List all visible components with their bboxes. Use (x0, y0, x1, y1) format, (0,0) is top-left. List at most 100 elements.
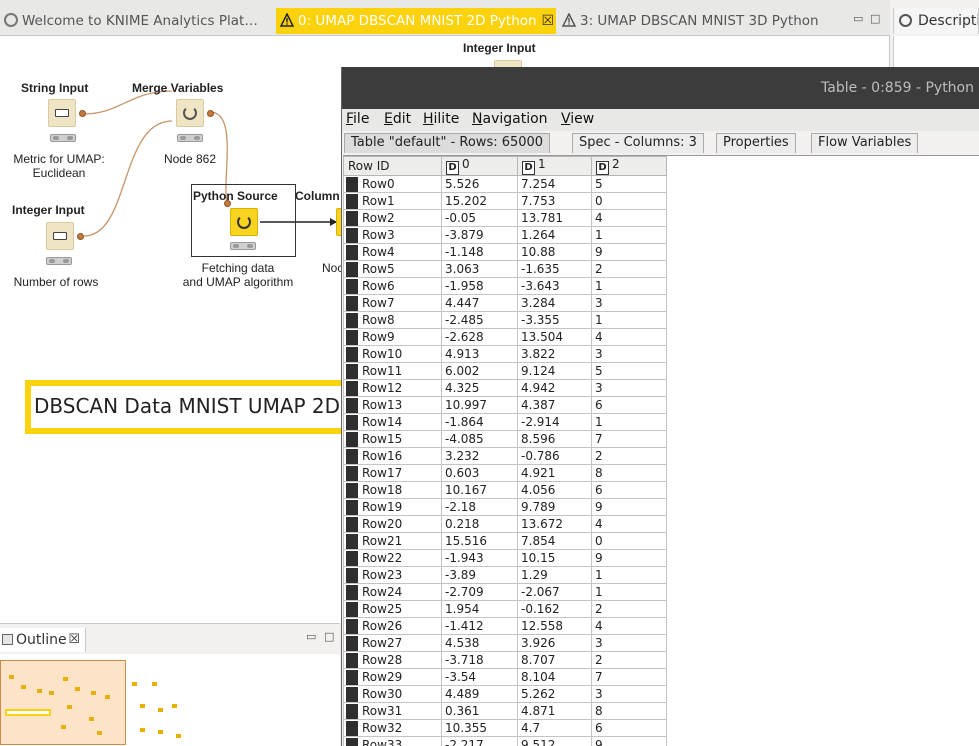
table-cell[interactable]: -2.628 (441, 328, 518, 346)
tab-welcome[interactable]: Welcome to KNIME Analytics Plat… (0, 8, 272, 34)
table-cell[interactable]: -1.635 (517, 260, 592, 278)
table-cell[interactable]: 5.262 (517, 685, 592, 703)
output-port[interactable] (77, 233, 84, 240)
table-cell[interactable]: 3.926 (517, 634, 592, 652)
row-id-cell[interactable]: Row7 (343, 294, 442, 312)
table-row[interactable]: Row30 4.489 5.262 3 (343, 685, 667, 703)
column-header-rowid[interactable]: Row ID (343, 156, 442, 176)
table-row[interactable]: Row25 1.954 -0.162 2 (343, 600, 667, 618)
input-port[interactable] (224, 200, 231, 207)
table-cell[interactable]: -1.412 (441, 617, 518, 635)
table-row[interactable]: Row7 4.447 3.284 3 (343, 294, 667, 312)
table-cell[interactable]: 4.056 (517, 481, 592, 499)
minimize-icon[interactable]: ▭ (853, 12, 863, 25)
table-cell[interactable]: 13.781 (517, 209, 592, 227)
table-cell[interactable]: 0.603 (441, 464, 518, 482)
table-cell[interactable]: 3 (591, 294, 667, 312)
table-cell[interactable]: -2.18 (441, 498, 518, 516)
table-cell[interactable]: 10.355 (441, 719, 518, 737)
row-id-cell[interactable]: Row1 (343, 192, 442, 210)
menu-hilite[interactable]: Hilite (423, 111, 459, 127)
maximize-icon[interactable]: □ (870, 12, 880, 25)
row-id-cell[interactable]: Row4 (343, 243, 442, 261)
table-cell[interactable]: 4.7 (517, 719, 592, 737)
tab-properties[interactable]: Properties (716, 133, 796, 153)
table-cell[interactable]: 9.124 (517, 362, 592, 380)
row-id-cell[interactable]: Row10 (343, 345, 442, 363)
row-id-cell[interactable]: Row3 (343, 226, 442, 244)
table-cell[interactable]: 4.871 (517, 702, 592, 720)
table-cell[interactable]: 0.361 (441, 702, 518, 720)
outline-tab[interactable]: Outline ☒ (0, 628, 86, 652)
table-cell[interactable]: 6 (591, 719, 667, 737)
table-cell[interactable]: -2.709 (441, 583, 518, 601)
row-id-cell[interactable]: Row15 (343, 430, 442, 448)
row-id-cell[interactable]: Row29 (343, 668, 442, 686)
table-cell[interactable]: 15.516 (441, 532, 518, 550)
table-row[interactable]: Row5 3.063 -1.635 2 (343, 260, 667, 278)
table-cell[interactable]: 1 (591, 566, 667, 584)
table-row[interactable]: Row6 -1.958 -3.643 1 (343, 277, 667, 295)
menu-edit[interactable]: Edit (384, 111, 411, 127)
table-cell[interactable]: 10.997 (441, 396, 518, 414)
table-cell[interactable]: 8 (591, 464, 667, 482)
table-cell[interactable]: 12.558 (517, 617, 592, 635)
table-cell[interactable]: -2.485 (441, 311, 518, 329)
column-header-2[interactable]: D2 (591, 156, 667, 176)
table-cell[interactable]: 3.063 (441, 260, 518, 278)
description-view-tab[interactable]: Descripti (893, 8, 979, 34)
table-row[interactable]: Row4 -1.148 10.88 9 (343, 243, 667, 261)
table-cell[interactable]: 5 (591, 362, 667, 380)
table-cell[interactable]: 1.29 (517, 566, 592, 584)
output-port[interactable] (207, 110, 214, 117)
row-id-cell[interactable]: Row21 (343, 532, 442, 550)
menu-navigation[interactable]: Navigation (472, 111, 548, 127)
table-cell[interactable]: 2 (591, 600, 667, 618)
table-cell[interactable]: 4 (591, 328, 667, 346)
table-cell[interactable]: 13.504 (517, 328, 592, 346)
table-cell[interactable]: -3.355 (517, 311, 592, 329)
string-input-icon[interactable] (48, 99, 76, 127)
table-cell[interactable]: 3.284 (517, 294, 592, 312)
table-cell[interactable]: -1.958 (441, 277, 518, 295)
table-cell[interactable]: 4.489 (441, 685, 518, 703)
row-id-cell[interactable]: Row12 (343, 379, 442, 397)
table-cell[interactable]: 10.88 (517, 243, 592, 261)
row-id-cell[interactable]: Row17 (343, 464, 442, 482)
table-cell[interactable]: 7 (591, 430, 667, 448)
table-row[interactable]: Row19 -2.18 9.789 9 (343, 498, 667, 516)
table-row[interactable]: Row9 -2.628 13.504 4 (343, 328, 667, 346)
table-cell[interactable]: 1 (591, 277, 667, 295)
maximize-icon[interactable]: □ (324, 630, 334, 643)
table-row[interactable]: Row17 0.603 4.921 8 (343, 464, 667, 482)
table-cell[interactable]: 7.854 (517, 532, 592, 550)
table-cell[interactable]: 4.447 (441, 294, 518, 312)
table-cell[interactable]: 4 (591, 617, 667, 635)
table-row[interactable]: Row1 15.202 7.753 0 (343, 192, 667, 210)
row-id-cell[interactable]: Row9 (343, 328, 442, 346)
table-row[interactable]: Row21 15.516 7.854 0 (343, 532, 667, 550)
row-id-cell[interactable]: Row24 (343, 583, 442, 601)
table-row[interactable]: Row16 3.232 -0.786 2 (343, 447, 667, 465)
table-cell[interactable]: 3 (591, 634, 667, 652)
table-cell[interactable]: 9 (591, 736, 667, 746)
outline-minimap[interactable] (0, 660, 126, 745)
row-id-cell[interactable]: Row14 (343, 413, 442, 431)
table-cell[interactable]: 2 (591, 651, 667, 669)
table-cell[interactable]: -0.786 (517, 447, 592, 465)
table-row[interactable]: Row12 4.325 4.942 3 (343, 379, 667, 397)
table-row[interactable]: Row15 -4.085 8.596 7 (343, 430, 667, 448)
table-row[interactable]: Row32 10.355 4.7 6 (343, 719, 667, 737)
table-cell[interactable]: 0 (591, 192, 667, 210)
table-cell[interactable]: -2.914 (517, 413, 592, 431)
table-cell[interactable]: 1 (591, 311, 667, 329)
table-cell[interactable]: 9.789 (517, 498, 592, 516)
table-cell[interactable]: 1.954 (441, 600, 518, 618)
table-row[interactable]: Row22 -1.943 10.15 9 (343, 549, 667, 567)
table-cell[interactable]: 6.002 (441, 362, 518, 380)
table-row[interactable]: Row23 -3.89 1.29 1 (343, 566, 667, 584)
table-cell[interactable]: 2 (591, 447, 667, 465)
table-cell[interactable]: 1 (591, 413, 667, 431)
table-row[interactable]: Row10 4.913 3.822 3 (343, 345, 667, 363)
row-id-cell[interactable]: Row23 (343, 566, 442, 584)
